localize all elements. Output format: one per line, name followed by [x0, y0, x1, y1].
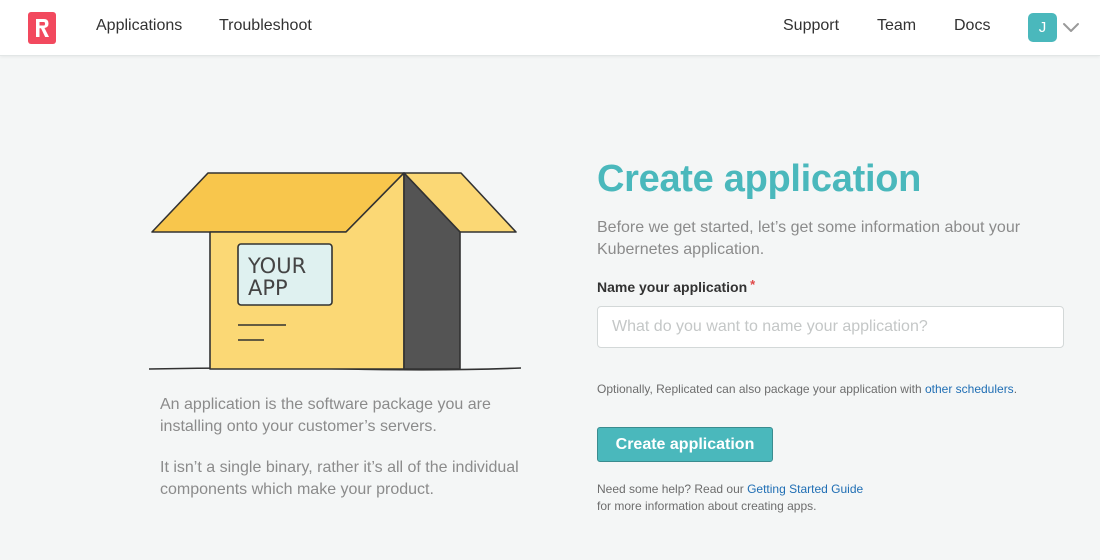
logo-letter-r-icon	[36, 19, 49, 37]
required-asterisk: *	[750, 277, 756, 292]
optional-note-text: Optionally, Replicated can also package …	[597, 382, 925, 396]
description-paragraph-1: An application is the software package y…	[160, 396, 491, 435]
create-application-button[interactable]: Create application	[597, 427, 773, 462]
box-label-line2: APP	[248, 276, 288, 300]
page-title: Create application	[597, 158, 922, 200]
nav-support-link[interactable]: Support	[783, 17, 839, 35]
optional-note-period: .	[1013, 382, 1018, 396]
description-paragraph-2: It isn’t a single binary, rather it’s al…	[160, 459, 519, 498]
box-label-line1: YOUR	[247, 254, 306, 278]
intro-text: Before we get started, let’s get some in…	[597, 219, 1021, 258]
app-name-label: Name your application *	[597, 277, 756, 295]
user-avatar[interactable]: J	[1028, 13, 1057, 42]
app-name-input[interactable]	[597, 306, 1064, 348]
help-suffix-text: for more information about creating apps…	[597, 499, 817, 513]
nav-applications-link[interactable]: Applications	[96, 17, 182, 35]
top-navigation-bar: Applications Troubleshoot Support Team D…	[0, 0, 1100, 56]
optional-schedulers-note: Optionally, Replicated can also package …	[597, 382, 1017, 396]
nav-docs-link[interactable]: Docs	[954, 17, 990, 35]
chevron-down-icon[interactable]	[1062, 20, 1080, 34]
getting-started-guide-link[interactable]: Getting Started Guide	[747, 482, 863, 496]
nav-team-link[interactable]: Team	[877, 17, 916, 35]
help-text: Need some help? Read our Getting Started…	[597, 481, 863, 515]
nav-troubleshoot-link[interactable]: Troubleshoot	[219, 17, 312, 35]
app-name-label-text: Name your application	[597, 279, 748, 295]
help-prefix-text: Need some help? Read our	[597, 482, 748, 496]
replicated-logo[interactable]	[28, 12, 56, 44]
other-schedulers-link[interactable]: other schedulers	[925, 382, 1014, 396]
box-illustration: YOUR APP	[148, 172, 522, 371]
